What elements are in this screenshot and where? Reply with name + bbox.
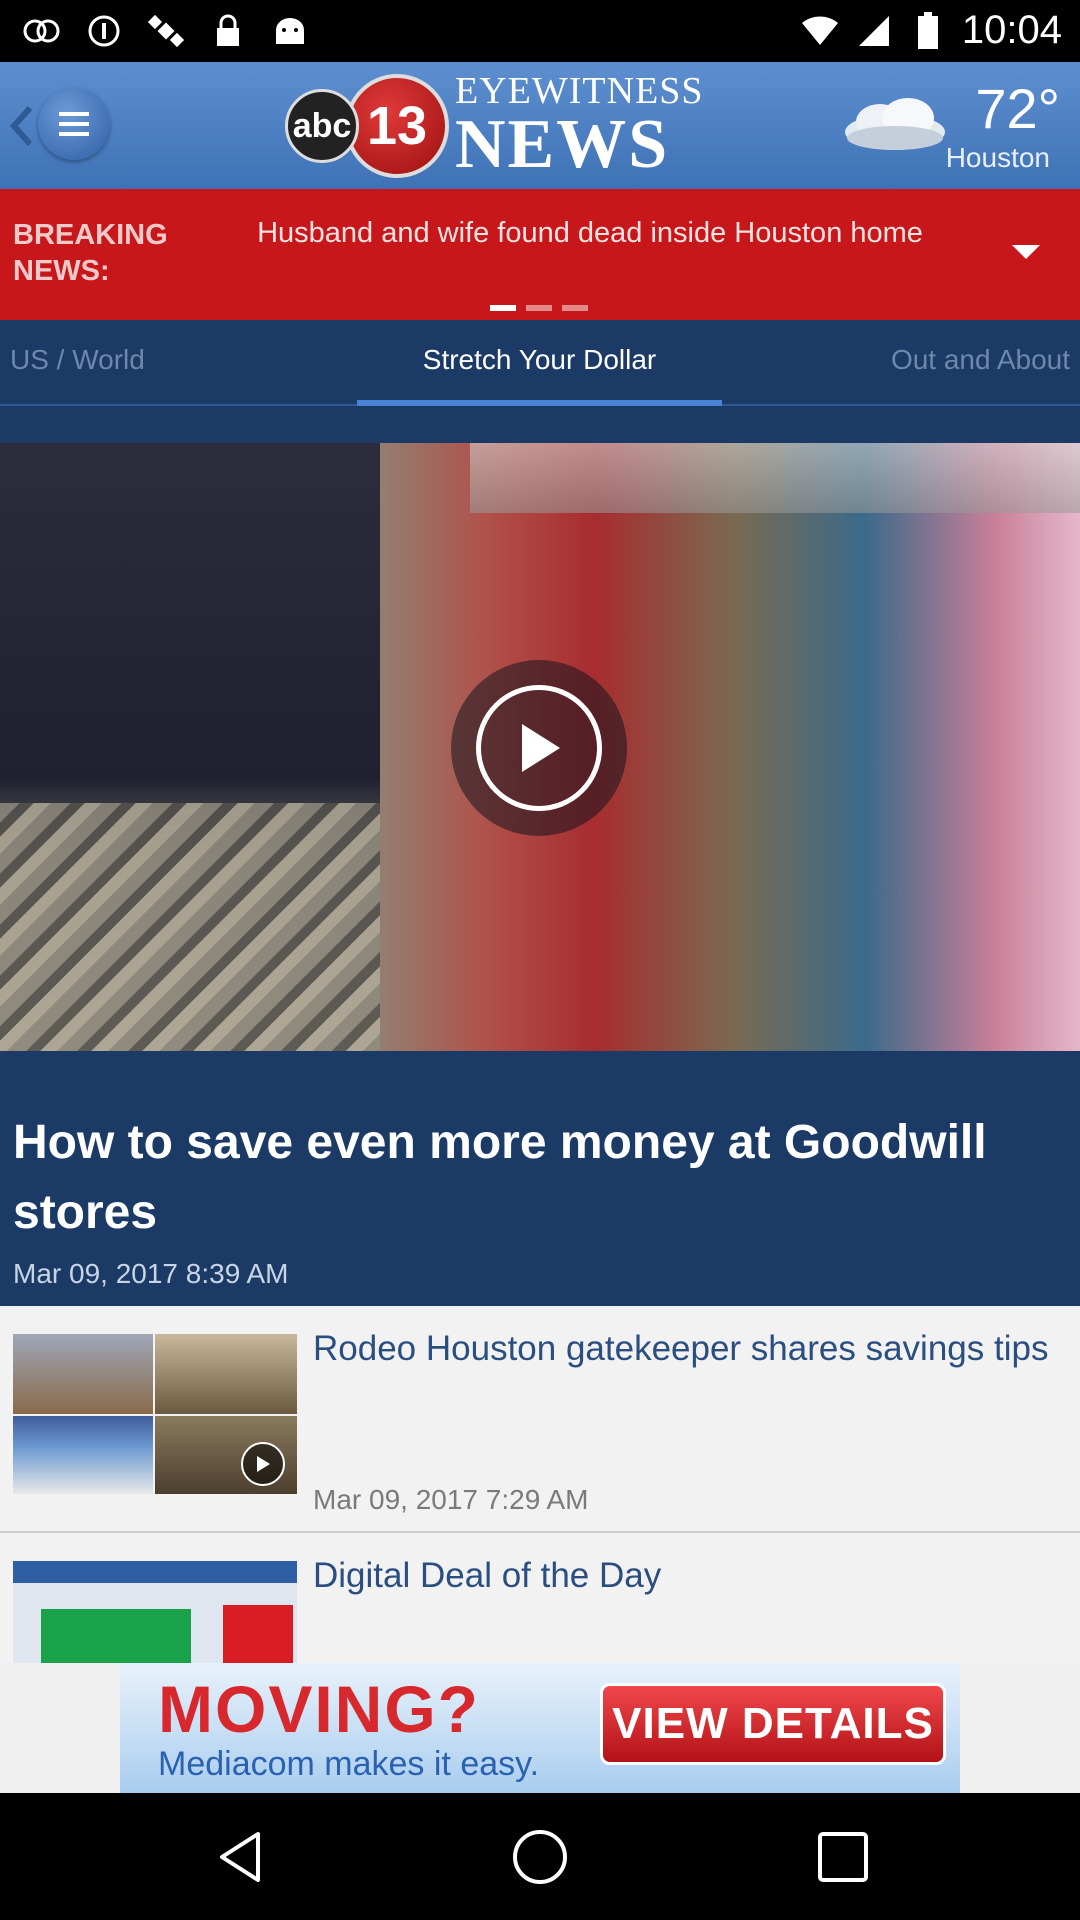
back-chevron-icon[interactable] — [8, 102, 36, 150]
section-tabs: US / World Stretch Your Dollar Out and A… — [0, 320, 1080, 406]
system-nav-bar — [0, 1793, 1080, 1920]
story-thumbnail[interactable] — [13, 1334, 297, 1494]
active-tab-indicator — [357, 400, 722, 406]
featured-story-date: Mar 09, 2017 8:39 AM — [13, 1258, 289, 1289]
nav-home-icon[interactable] — [509, 1826, 571, 1888]
breaking-news-headline[interactable]: Husband and wife found dead inside Houst… — [220, 215, 960, 251]
pager-dot — [526, 305, 552, 311]
ad-subtext: Mediacom makes it easy. — [158, 1745, 540, 1783]
menu-button[interactable] — [38, 88, 110, 160]
satellite-icon — [146, 11, 186, 51]
hero-image-rack — [470, 443, 1080, 513]
expand-down-icon[interactable] — [1006, 237, 1046, 267]
story-list: Rodeo Houston gatekeeper shares savings … — [0, 1306, 1080, 1663]
list-item[interactable]: Rodeo Houston gatekeeper shares savings … — [0, 1306, 1080, 1533]
weather-widget[interactable]: 72° Houston — [840, 76, 1060, 180]
list-item[interactable]: Digital Deal of the Day — [0, 1533, 1080, 1663]
android-icon — [270, 11, 310, 51]
nav-recents-icon[interactable] — [812, 1826, 874, 1888]
info-icon — [84, 11, 124, 51]
abc13-eyewitness-news-logo[interactable]: abc 13 EYEWITNESS NEWS — [285, 70, 704, 183]
cloud-icon — [840, 94, 950, 154]
view-details-button[interactable]: VIEW DETAILS — [600, 1683, 946, 1765]
abc13-notification-icon — [22, 11, 62, 51]
play-button[interactable] — [451, 660, 627, 836]
logo-abc: abc — [285, 89, 359, 163]
logo-eyewitness: EYEWITNESS — [455, 70, 704, 112]
featured-story-title[interactable]: How to save even more money at Goodwill … — [13, 1108, 1063, 1248]
battery-icon — [908, 11, 948, 51]
nav-back-icon[interactable] — [210, 1826, 272, 1888]
story-title[interactable]: Digital Deal of the Day — [313, 1553, 1063, 1599]
pager-dot — [490, 305, 516, 311]
hero-image-skirt — [0, 803, 380, 1051]
clock: 10:04 — [961, 8, 1062, 52]
temperature: 72° — [975, 77, 1060, 140]
ad-headline: MOVING? — [158, 1672, 480, 1746]
tab-out-and-about[interactable]: Out and About — [891, 344, 1070, 376]
app-header: abc 13 EYEWITNESS NEWS 72° Houston — [0, 62, 1080, 189]
play-icon — [522, 724, 560, 772]
lock-icon — [208, 11, 248, 51]
story-date: Mar 09, 2017 7:29 AM — [313, 1484, 589, 1515]
tab-stretch-your-dollar[interactable]: Stretch Your Dollar — [357, 344, 722, 376]
tab-us-world[interactable]: US / World — [10, 344, 145, 376]
logo-news: NEWS — [455, 106, 670, 183]
ad-area: MOVING? Mediacom makes it easy. VIEW DET… — [0, 1663, 1080, 1793]
status-bar: 10:04 — [0, 0, 1080, 62]
video-play-icon — [241, 1442, 285, 1486]
weather-city: Houston — [945, 142, 1050, 173]
breaking-news-banner[interactable]: BREAKING NEWS: Husband and wife found de… — [0, 189, 1080, 320]
story-title[interactable]: Rodeo Houston gatekeeper shares savings … — [313, 1326, 1063, 1372]
story-thumbnail[interactable] — [13, 1561, 297, 1663]
ad-banner[interactable]: MOVING? Mediacom makes it easy. VIEW DET… — [120, 1663, 960, 1793]
pager-dot — [562, 305, 588, 311]
logo-13: 13 — [345, 74, 449, 178]
signal-icon — [854, 11, 894, 51]
breaking-pager — [490, 305, 588, 311]
hero-video-thumbnail[interactable] — [0, 443, 1080, 1051]
wifi-icon — [800, 11, 840, 51]
breaking-news-label: BREAKING NEWS: — [13, 219, 168, 287]
hamburger-icon — [59, 112, 89, 136]
